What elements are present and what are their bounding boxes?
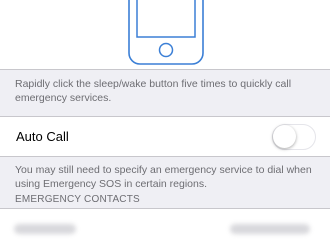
emergency-contacts-header: EMERGENCY CONTACTS — [15, 194, 140, 205]
auto-call-toggle[interactable] — [272, 124, 316, 150]
separator — [0, 69, 330, 70]
auto-call-note: You may still need to specify an emergen… — [15, 164, 312, 190]
toggle-knob — [273, 125, 296, 148]
iphone-icon — [128, 0, 204, 65]
auto-call-label: Auto Call — [16, 129, 69, 144]
separator — [0, 156, 330, 157]
auto-call-row[interactable]: Auto Call — [0, 117, 330, 156]
emergency-contact-row[interactable] — [0, 209, 330, 250]
sos-description: Rapidly click the sleep/wake button five… — [15, 78, 292, 104]
redacted-contact-name — [14, 224, 76, 234]
illustration-panel — [0, 0, 330, 69]
redacted-contact-number — [230, 224, 310, 234]
